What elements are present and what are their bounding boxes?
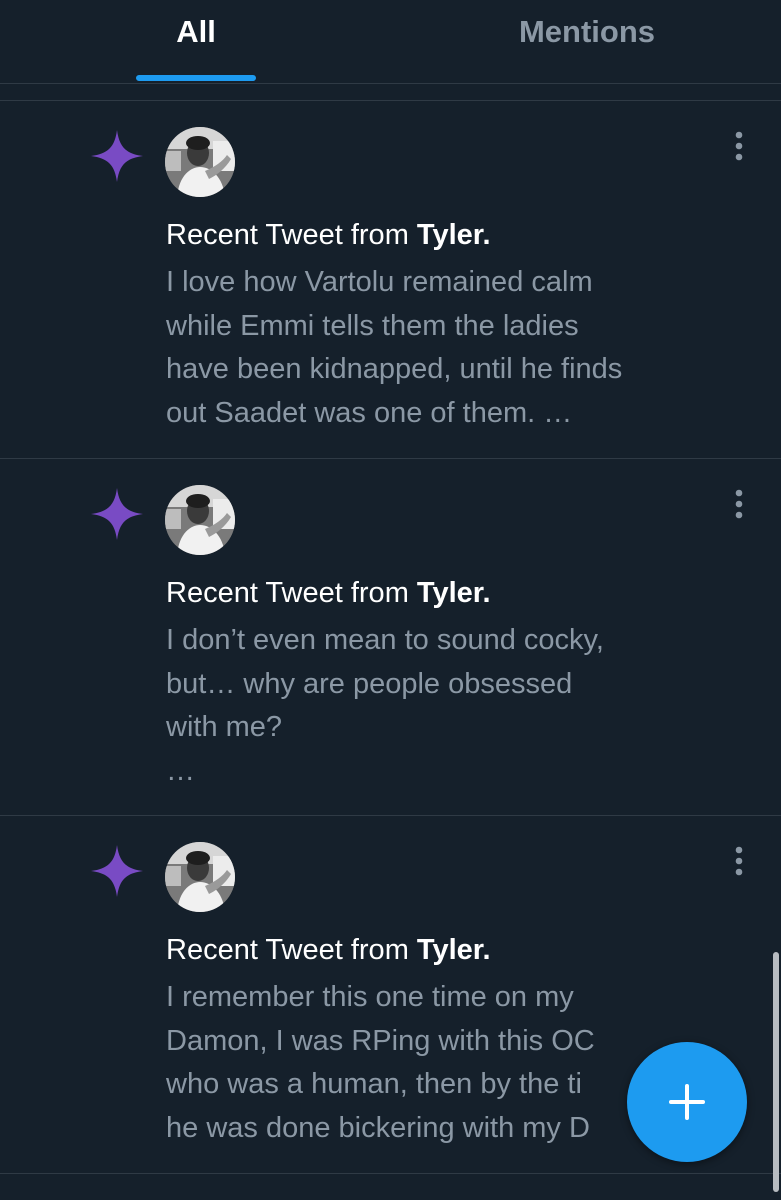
tweet-preview: I remember this one time on my Damon, I … <box>166 976 636 1150</box>
avatar-photo <box>165 485 235 555</box>
sparkle-icon <box>91 845 143 897</box>
author-name[interactable]: Tyler. <box>417 219 491 251</box>
avatar[interactable] <box>165 842 235 912</box>
tab-all-label: All <box>176 14 216 49</box>
scrollbar-thumb[interactable] <box>773 952 779 1192</box>
avatar[interactable] <box>165 127 235 197</box>
plus-icon <box>669 1084 705 1120</box>
headline-prefix: Recent Tweet from <box>166 934 417 966</box>
headline-prefix: Recent Tweet from <box>166 577 417 609</box>
more-options-icon[interactable] <box>718 485 760 527</box>
tweet-line: out Saadet was one of them. … <box>166 396 573 429</box>
tweet-line: have been kidnapped, until he finds <box>166 353 623 385</box>
author-name[interactable]: Tyler. <box>417 934 491 966</box>
notification-headline: Recent Tweet from Tyler. <box>166 218 491 252</box>
tweet-line: I love how Vartolu remained calm <box>166 266 593 298</box>
tweet-line: I remember this one time on my <box>166 981 574 1013</box>
tweet-preview: I don’t even mean to sound cocky, but… w… <box>166 619 706 793</box>
tab-bar: All Mentions <box>0 0 781 84</box>
tweet-line: I don’t even mean to sound cocky, <box>166 624 604 656</box>
notification-headline: Recent Tweet from Tyler. <box>166 576 491 610</box>
compose-button[interactable] <box>627 1042 747 1162</box>
avatar-photo <box>165 842 235 912</box>
more-options-icon[interactable] <box>718 127 760 169</box>
tab-all[interactable]: All <box>136 0 256 83</box>
notification-item[interactable]: Recent Tweet from Tyler. I love how Vart… <box>0 101 781 459</box>
author-name[interactable]: Tyler. <box>417 577 491 609</box>
tweet-line: … <box>166 754 195 787</box>
avatar-photo <box>165 127 235 197</box>
tweet-line: who was a human, then by the ti <box>166 1068 582 1100</box>
more-options-icon[interactable] <box>718 842 760 884</box>
tweet-line: while Emmi tells them the ladies <box>166 309 579 342</box>
tweet-line: Damon, I was RPing with this OC <box>166 1024 595 1057</box>
tweet-preview: I love how Vartolu remained calm while E… <box>166 261 706 435</box>
tab-mentions[interactable]: Mentions <box>497 0 677 83</box>
tweet-line: with me? <box>166 711 283 743</box>
tweet-line: he was done bickering with my D <box>166 1111 590 1144</box>
notification-item[interactable]: Recent Tweet from Tyler. I don’t even me… <box>0 459 781 816</box>
headline-prefix: Recent Tweet from <box>166 219 417 251</box>
tweet-line: but… why are people obsessed <box>166 667 573 700</box>
avatar[interactable] <box>165 485 235 555</box>
sparkle-icon <box>91 488 143 540</box>
tab-mentions-label: Mentions <box>518 14 656 49</box>
active-tab-indicator <box>136 75 256 81</box>
sparkle-icon <box>91 130 143 182</box>
notification-headline: Recent Tweet from Tyler. <box>166 933 491 967</box>
